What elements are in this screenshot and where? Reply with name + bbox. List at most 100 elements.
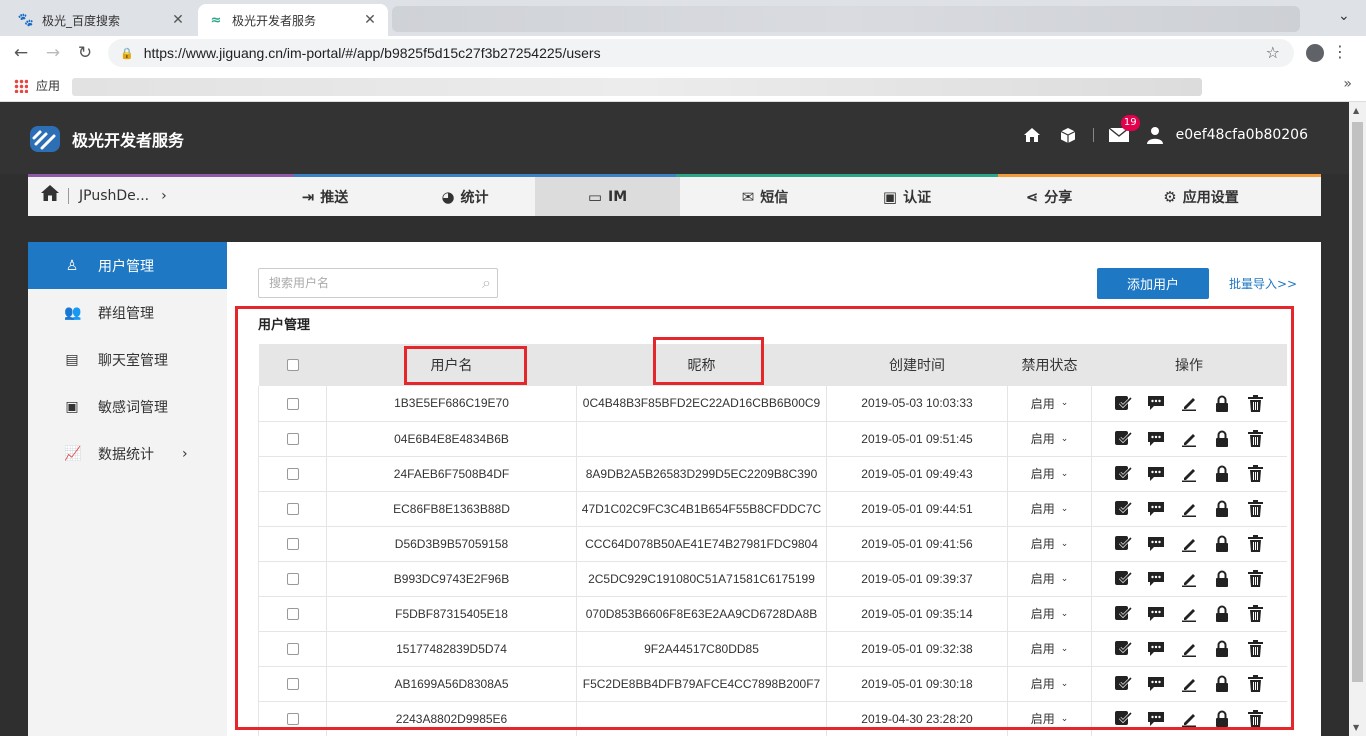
- row-checkbox[interactable]: [286, 643, 299, 656]
- close-tab-icon[interactable]: ✕: [170, 12, 186, 28]
- sidebar-item-sensitive-words[interactable]: ▣ 敏感词管理: [28, 383, 227, 430]
- sidebar-item-chatrooms[interactable]: ▤ 聊天室管理: [28, 336, 227, 383]
- apps-shortcut[interactable]: 应用: [14, 77, 60, 94]
- user-icon[interactable]: [1144, 124, 1166, 146]
- lock-icon[interactable]: [1213, 710, 1232, 728]
- message-icon[interactable]: [1147, 640, 1166, 658]
- search-input[interactable]: [259, 269, 497, 297]
- lock-icon[interactable]: [1213, 535, 1232, 553]
- lock-icon[interactable]: [1213, 465, 1232, 483]
- auth-icon[interactable]: [1114, 535, 1133, 553]
- delete-icon[interactable]: [1246, 605, 1265, 623]
- status-dropdown[interactable]: 启用 ⌄: [1031, 500, 1069, 517]
- tab-push[interactable]: ⇥ 推送: [268, 177, 382, 216]
- lock-icon[interactable]: [1213, 500, 1232, 518]
- auth-icon[interactable]: [1114, 430, 1133, 448]
- reload-icon[interactable]: ↻: [74, 42, 96, 64]
- url-field[interactable]: 🔒 https://www.jiguang.cn/im-portal/#/app…: [108, 39, 1294, 67]
- auth-icon[interactable]: [1114, 675, 1133, 693]
- edit-icon[interactable]: [1180, 465, 1199, 483]
- message-icon[interactable]: [1147, 465, 1166, 483]
- scroll-up-icon[interactable]: ▲: [1353, 106, 1359, 115]
- auth-icon[interactable]: [1114, 500, 1133, 518]
- lock-icon[interactable]: [1213, 675, 1232, 693]
- edit-icon[interactable]: [1180, 570, 1199, 588]
- message-icon[interactable]: [1147, 605, 1166, 623]
- delete-icon[interactable]: [1246, 640, 1265, 658]
- edit-icon[interactable]: [1180, 710, 1199, 728]
- row-checkbox[interactable]: [286, 678, 299, 691]
- forward-icon[interactable]: →: [42, 42, 64, 64]
- more-bookmarks-icon[interactable]: »: [1343, 76, 1352, 92]
- row-checkbox[interactable]: [286, 608, 299, 621]
- tab-share[interactable]: ⋖ 分享: [992, 177, 1106, 216]
- row-checkbox[interactable]: [286, 468, 299, 481]
- row-checkbox[interactable]: [286, 713, 299, 726]
- edit-icon[interactable]: [1180, 640, 1199, 658]
- auth-icon[interactable]: [1114, 605, 1133, 623]
- message-icon[interactable]: [1147, 535, 1166, 553]
- status-dropdown[interactable]: 启用 ⌄: [1031, 465, 1069, 482]
- browser-tab-jiguang[interactable]: ≈ 极光开发者服务 ✕: [198, 4, 388, 36]
- status-dropdown[interactable]: 启用 ⌄: [1031, 710, 1069, 727]
- sidebar-item-groups[interactable]: 👥 群组管理: [28, 289, 227, 336]
- tab-app-settings[interactable]: ⚙ 应用设置: [1136, 177, 1266, 216]
- breadcrumb[interactable]: JPushDe... ›: [40, 184, 167, 207]
- bulk-import-link[interactable]: 批量导入>>: [1229, 275, 1297, 292]
- edit-icon[interactable]: [1180, 535, 1199, 553]
- row-checkbox[interactable]: [286, 538, 299, 551]
- browser-tab-baidu[interactable]: 🐾 极光_百度搜索 ✕: [8, 4, 196, 36]
- message-icon[interactable]: [1147, 675, 1166, 693]
- tab-sms[interactable]: ✉ 短信: [708, 177, 822, 216]
- edit-icon[interactable]: [1180, 430, 1199, 448]
- username[interactable]: e0ef48cfa0b80206: [1176, 127, 1308, 143]
- mail-icon[interactable]: 19: [1108, 115, 1140, 146]
- brand-logo[interactable]: 极光开发者服务: [28, 122, 184, 156]
- message-icon[interactable]: [1147, 570, 1166, 588]
- bookmark-star-icon[interactable]: ☆: [1266, 43, 1280, 62]
- scroll-down-icon[interactable]: ▼: [1353, 723, 1359, 732]
- row-checkbox[interactable]: [286, 503, 299, 516]
- status-dropdown[interactable]: 启用 ⌄: [1031, 570, 1069, 587]
- page-scrollbar[interactable]: ▲ ▼: [1349, 102, 1366, 736]
- close-tab-icon[interactable]: ✕: [362, 12, 378, 28]
- search-icon[interactable]: ⌕: [482, 273, 491, 293]
- home-icon[interactable]: [40, 184, 60, 207]
- sidebar-item-stats[interactable]: 📈 数据统计 ›: [28, 430, 227, 477]
- lock-icon[interactable]: [1213, 430, 1232, 448]
- lock-icon[interactable]: [1213, 605, 1232, 623]
- delete-icon[interactable]: [1246, 675, 1265, 693]
- lock-icon[interactable]: [1213, 570, 1232, 588]
- auth-icon[interactable]: [1114, 710, 1133, 728]
- delete-icon[interactable]: [1246, 430, 1265, 448]
- menu-icon[interactable]: ⋮: [1332, 42, 1348, 61]
- message-icon[interactable]: [1147, 710, 1166, 728]
- back-icon[interactable]: ←: [10, 42, 32, 64]
- row-checkbox[interactable]: [286, 433, 299, 446]
- lock-icon[interactable]: [1213, 394, 1232, 412]
- status-dropdown[interactable]: 启用 ⌄: [1031, 430, 1069, 447]
- message-icon[interactable]: [1147, 394, 1166, 412]
- row-checkbox[interactable]: [286, 573, 299, 586]
- tab-auth[interactable]: ▣ 认证: [850, 177, 964, 216]
- edit-icon[interactable]: [1180, 605, 1199, 623]
- status-dropdown[interactable]: 启用 ⌄: [1031, 675, 1069, 692]
- edit-icon[interactable]: [1180, 394, 1199, 412]
- tab-im[interactable]: ▭ IM: [535, 177, 680, 216]
- auth-icon[interactable]: [1114, 570, 1133, 588]
- delete-icon[interactable]: [1246, 394, 1265, 412]
- status-dropdown[interactable]: 启用 ⌄: [1031, 605, 1069, 622]
- auth-icon[interactable]: [1114, 465, 1133, 483]
- sidebar-item-users[interactable]: ♙ 用户管理: [28, 242, 227, 289]
- add-user-button[interactable]: 添加用户: [1097, 268, 1209, 299]
- auth-icon[interactable]: [1114, 640, 1133, 658]
- delete-icon[interactable]: [1246, 500, 1265, 518]
- status-dropdown[interactable]: 启用 ⌄: [1031, 640, 1069, 657]
- cube-icon[interactable]: [1057, 124, 1079, 146]
- window-controls[interactable]: ⌄: [1338, 8, 1350, 24]
- message-icon[interactable]: [1147, 430, 1166, 448]
- row-checkbox[interactable]: [286, 398, 299, 411]
- select-all-checkbox[interactable]: [286, 359, 299, 371]
- delete-icon[interactable]: [1246, 465, 1265, 483]
- edit-icon[interactable]: [1180, 675, 1199, 693]
